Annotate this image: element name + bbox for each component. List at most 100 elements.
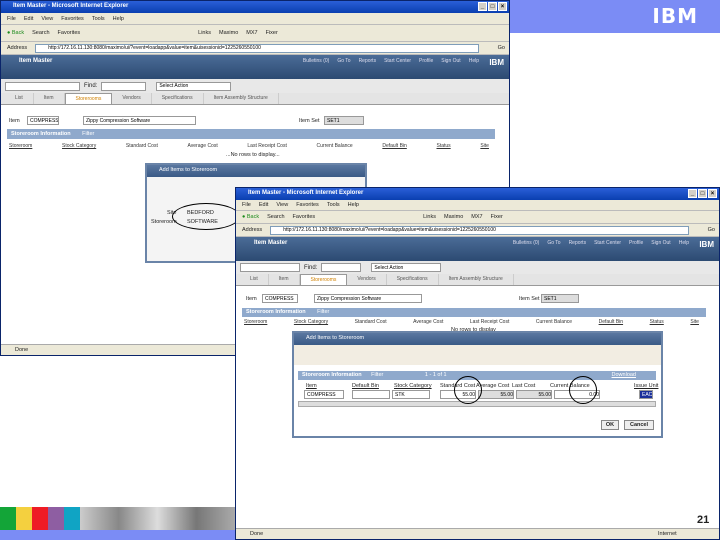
cancel-button[interactable]: Cancel bbox=[624, 420, 654, 430]
col-stock-category[interactable]: Stock Category bbox=[294, 319, 328, 325]
close-icon[interactable]: × bbox=[708, 189, 717, 198]
item-field[interactable] bbox=[27, 116, 59, 125]
menu-tools[interactable]: Tools bbox=[92, 16, 105, 22]
minimize-icon[interactable]: _ bbox=[478, 2, 487, 11]
menu-file[interactable]: File bbox=[242, 202, 251, 208]
sign-out-link[interactable]: Sign Out bbox=[651, 240, 670, 246]
col-stock-category[interactable]: Stock Category bbox=[62, 143, 96, 149]
row-item-field[interactable] bbox=[304, 390, 344, 399]
start-center-link[interactable]: Start Center bbox=[594, 240, 621, 246]
filter-link[interactable]: Filter bbox=[317, 309, 329, 315]
help-link[interactable]: Help bbox=[679, 240, 689, 246]
link-fixer[interactable]: Fixer bbox=[491, 214, 503, 220]
tab-list[interactable]: List bbox=[5, 93, 34, 104]
menu-help[interactable]: Help bbox=[348, 202, 359, 208]
ok-button[interactable]: OK bbox=[601, 420, 619, 430]
row-issue-unit-field[interactable] bbox=[639, 390, 653, 399]
col-site[interactable]: Site bbox=[690, 319, 699, 325]
tab-list[interactable]: List bbox=[240, 274, 269, 285]
link-mx7[interactable]: MX7 bbox=[246, 30, 257, 36]
filter-link[interactable]: Filter bbox=[82, 131, 94, 137]
tab-specifications[interactable]: Specifications bbox=[152, 93, 204, 104]
back-button[interactable]: ● Back bbox=[7, 30, 24, 36]
back-button[interactable]: ● Back bbox=[242, 214, 259, 220]
goto-link[interactable]: Go To bbox=[337, 58, 350, 64]
tab-item[interactable]: Item bbox=[34, 93, 65, 104]
favorites-button[interactable]: Favorites bbox=[293, 214, 316, 220]
go-button[interactable]: Go bbox=[708, 227, 715, 233]
bulletins-link[interactable]: Bulletins (0) bbox=[303, 58, 329, 64]
tab-specifications[interactable]: Specifications bbox=[387, 274, 439, 285]
find-input[interactable] bbox=[101, 81, 147, 91]
reports-link[interactable]: Reports bbox=[569, 240, 587, 246]
tab-vendors[interactable]: Vendors bbox=[347, 274, 387, 285]
tab-item-assembly[interactable]: Item Assembly Structure bbox=[204, 93, 279, 104]
tab-item[interactable]: Item bbox=[269, 274, 300, 285]
select-action[interactable] bbox=[156, 81, 232, 91]
col-item[interactable]: Item bbox=[306, 383, 317, 389]
query-select[interactable] bbox=[240, 263, 300, 272]
help-link[interactable]: Help bbox=[469, 58, 479, 64]
profile-link[interactable]: Profile bbox=[629, 240, 643, 246]
col-storeroom[interactable]: Storeroom bbox=[244, 319, 267, 325]
col-storeroom[interactable]: Storeroom bbox=[9, 143, 32, 149]
bulletins-link[interactable]: Bulletins (0) bbox=[513, 240, 539, 246]
menu-edit[interactable]: Edit bbox=[259, 202, 268, 208]
query-select[interactable] bbox=[5, 81, 80, 91]
link-maximo[interactable]: Maximo bbox=[219, 30, 238, 36]
find-label: Find: bbox=[84, 83, 98, 89]
tab-storerooms[interactable]: Storerooms bbox=[299, 274, 348, 285]
menu-favorites[interactable]: Favorites bbox=[296, 202, 319, 208]
sign-out-link[interactable]: Sign Out bbox=[441, 58, 460, 64]
menu-file[interactable]: File bbox=[7, 16, 16, 22]
maximize-icon[interactable]: □ bbox=[488, 2, 497, 11]
start-center-link[interactable]: Start Center bbox=[384, 58, 411, 64]
address-input[interactable] bbox=[35, 43, 479, 53]
menu-view[interactable]: View bbox=[41, 16, 53, 22]
row-bin-field[interactable] bbox=[352, 390, 390, 399]
tab-vendors[interactable]: Vendors bbox=[112, 93, 152, 104]
profile-link[interactable]: Profile bbox=[419, 58, 433, 64]
link-fixer[interactable]: Fixer bbox=[266, 30, 278, 36]
item-description-field[interactable] bbox=[83, 116, 196, 125]
find-input[interactable] bbox=[321, 263, 362, 272]
pager: 1 - 1 of 1 bbox=[424, 372, 447, 378]
col-site[interactable]: Site bbox=[480, 143, 489, 149]
horizontal-scrollbar[interactable] bbox=[298, 401, 656, 407]
minimize-icon[interactable]: _ bbox=[688, 189, 697, 198]
address-bar: Address Go bbox=[1, 42, 509, 55]
reports-link[interactable]: Reports bbox=[359, 58, 377, 64]
col-default-bin[interactable]: Default Bin bbox=[382, 143, 406, 149]
address-input[interactable] bbox=[270, 225, 689, 235]
menu-tools[interactable]: Tools bbox=[327, 202, 340, 208]
menu-view[interactable]: View bbox=[276, 202, 288, 208]
goto-link[interactable]: Go To bbox=[547, 240, 560, 246]
search-button[interactable]: Search bbox=[32, 30, 49, 36]
tab-storerooms[interactable]: Storerooms bbox=[64, 93, 113, 104]
menu-favorites[interactable]: Favorites bbox=[61, 16, 84, 22]
favorites-button[interactable]: Favorites bbox=[58, 30, 81, 36]
link-maximo[interactable]: Maximo bbox=[444, 214, 463, 220]
menu-edit[interactable]: Edit bbox=[24, 16, 33, 22]
status-text: Done bbox=[15, 347, 29, 353]
col-default-bin[interactable]: Default Bin bbox=[352, 383, 379, 389]
close-icon[interactable]: × bbox=[498, 2, 507, 11]
menu-help[interactable]: Help bbox=[113, 16, 124, 22]
select-action[interactable] bbox=[371, 263, 442, 272]
download-link[interactable]: Download bbox=[612, 372, 636, 378]
maximize-icon[interactable]: □ bbox=[698, 189, 707, 198]
search-button[interactable]: Search bbox=[267, 214, 284, 220]
filter-link[interactable]: Filter bbox=[371, 372, 383, 378]
col-stock-category[interactable]: Stock Category bbox=[394, 383, 432, 389]
col-issue-unit[interactable]: Issue Unit bbox=[634, 383, 658, 389]
item-description-field[interactable] bbox=[314, 294, 422, 303]
row-category-field[interactable] bbox=[392, 390, 430, 399]
col-status[interactable]: Status bbox=[436, 143, 450, 149]
item-field[interactable] bbox=[262, 294, 298, 303]
tab-item-assembly[interactable]: Item Assembly Structure bbox=[439, 274, 514, 285]
link-mx7[interactable]: MX7 bbox=[471, 214, 482, 220]
col-default-bin[interactable]: Default Bin bbox=[599, 319, 623, 325]
go-button[interactable]: Go bbox=[498, 45, 505, 51]
col-status[interactable]: Status bbox=[650, 319, 664, 325]
dialog-toolbar-area bbox=[294, 345, 661, 365]
